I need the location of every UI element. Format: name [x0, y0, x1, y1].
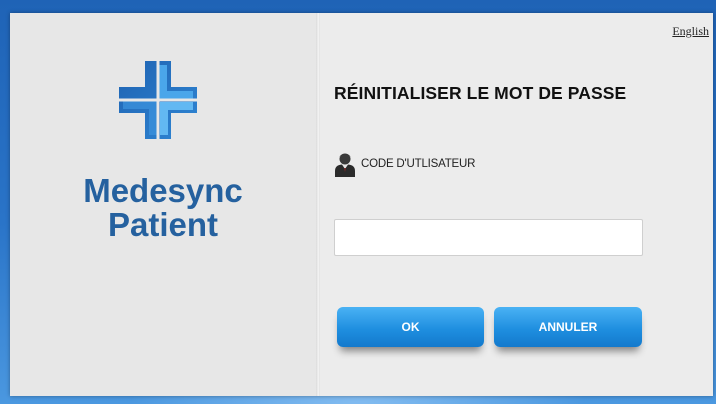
app-brand-subtitle: Patient	[107, 206, 219, 243]
branding-panel: Medesync Patient	[10, 13, 316, 396]
form-panel: English RÉINITIALISER LE MOT DE PASSE CO…	[320, 13, 713, 396]
ok-button[interactable]: OK	[337, 307, 484, 347]
user-code-input[interactable]	[334, 219, 643, 256]
medical-cross-icon	[119, 61, 197, 139]
app-brand-name: Medesync	[83, 172, 243, 209]
reset-password-dialog: Medesync Patient English RÉINITIALISER L…	[10, 13, 713, 396]
cancel-button[interactable]: ANNULER	[494, 307, 642, 347]
language-link[interactable]: English	[672, 24, 709, 39]
user-code-label: CODE D'UTLISATEUR	[361, 158, 476, 170]
user-code-label-row: CODE D'UTLISATEUR	[334, 151, 475, 177]
page-title: RÉINITIALISER LE MOT DE PASSE	[334, 83, 627, 103]
user-icon	[335, 153, 355, 177]
